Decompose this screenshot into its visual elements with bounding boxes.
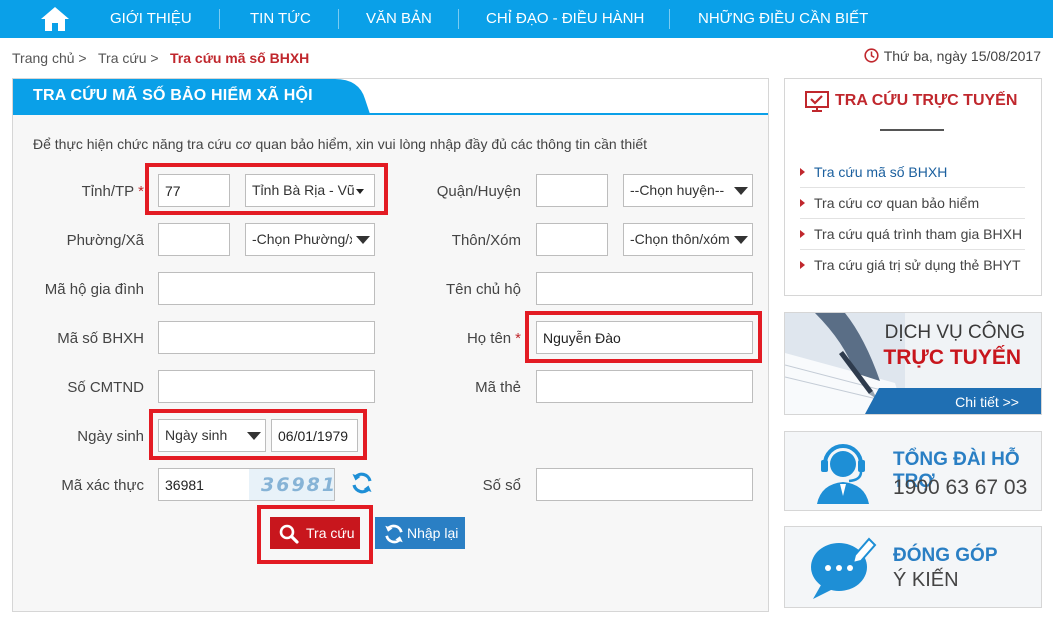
nav-item-about[interactable]: GIỚI THIỆU — [110, 0, 192, 38]
full-name-label: Họ tên * — [466, 330, 521, 347]
nav-separator — [219, 9, 220, 29]
highlight-search-button — [257, 505, 373, 564]
chat-bubble-icon — [811, 537, 877, 599]
captcha-input[interactable] — [158, 468, 250, 501]
hamlet-label: Thôn/Xóm — [451, 232, 521, 249]
household-head-label: Tên chủ hộ — [445, 281, 521, 298]
district-select[interactable]: --Chọn huyện-- — [623, 174, 753, 207]
social-insurance-no-input[interactable] — [158, 321, 375, 354]
sidebar-link-bhyt-card[interactable]: Tra cứu giá trị sử dụng thẻ BHYT — [814, 257, 1021, 273]
sidebar-title: TRA CỨU TRỰC TUYẾN — [835, 92, 1018, 109]
book-no-label: Số sổ — [482, 477, 521, 494]
form-intro: Để thực hiện chức năng tra cứu cơ quan b… — [33, 136, 648, 152]
reset-button[interactable]: Nhập lại — [375, 517, 465, 549]
hamlet-selected: -Chọn thôn/xóm — [630, 231, 730, 247]
birth-label: Ngày sinh — [77, 428, 144, 445]
sidebar-title-rule — [880, 129, 944, 131]
chevron-down-icon — [734, 236, 748, 244]
bullet-icon — [800, 168, 805, 176]
divider — [800, 218, 1025, 219]
card-code-input[interactable] — [536, 370, 753, 403]
nav-separator — [669, 9, 670, 29]
date-text: Thứ ba, ngày 15/08/2017 — [883, 48, 1041, 64]
nav-item-directives[interactable]: CHỈ ĐẠO - ĐIỀU HÀNH — [486, 0, 644, 38]
feedback-banner[interactable]: ĐÓNG GÓP Ý KIẾN — [784, 526, 1042, 608]
bullet-icon — [800, 261, 805, 269]
nav-separator — [338, 9, 339, 29]
sidebar-link-bhxh-code[interactable]: Tra cứu mã số BHXH — [814, 164, 947, 180]
ward-code-input[interactable] — [158, 223, 230, 256]
breadcrumb-home[interactable]: Trang chủ > — [12, 50, 87, 66]
id-card-input[interactable] — [158, 370, 375, 403]
details-link[interactable]: Chi tiết >> — [955, 394, 1019, 410]
current-date: Thứ ba, ngày 15/08/2017 — [864, 48, 1041, 64]
household-head-input[interactable] — [536, 272, 753, 305]
reset-icon — [385, 524, 403, 544]
chevron-down-icon — [734, 187, 748, 195]
online-service-line1: DỊCH VỤ CÔNG — [884, 322, 1025, 343]
ward-label: Phường/Xã — [66, 232, 144, 249]
breadcrumb-lookup[interactable]: Tra cứu > — [98, 50, 159, 66]
ward-select[interactable]: -Chọn Phường/xã — [245, 223, 375, 256]
hamlet-select[interactable]: -Chọn thôn/xóm — [623, 223, 753, 256]
online-lookup-box: TRA CỨU TRỰC TUYẾN Tra cứu mã số BHXH Tr… — [784, 78, 1042, 296]
chevron-down-icon — [356, 236, 370, 244]
form-title: TRA CỨU MÃ SỐ BẢO HIỂM XÃ HỘI — [33, 87, 313, 104]
nav-separator — [458, 9, 459, 29]
breadcrumb-current: Tra cứu mã số BHXH — [170, 50, 310, 66]
clock-icon — [864, 48, 879, 63]
household-code-label: Mã hộ gia đình — [44, 281, 144, 298]
online-service-banner[interactable]: DỊCH VỤ CÔNG TRỰC TUYẾN Chi tiết >> — [784, 312, 1042, 415]
card-code-label: Mã thẻ — [475, 379, 521, 396]
top-nav: GIỚI THIỆU TIN TỨC VĂN BẢN CHỈ ĐẠO - ĐIỀ… — [0, 0, 1053, 38]
district-selected: --Chọn huyện-- — [630, 182, 725, 198]
captcha-label: Mã xác thực — [61, 477, 144, 494]
bullet-icon — [800, 199, 805, 207]
nav-item-documents[interactable]: VĂN BẢN — [366, 0, 432, 38]
reset-button-label: Nhập lại — [407, 525, 459, 541]
highlight-birth — [149, 409, 367, 460]
highlight-province — [145, 163, 388, 215]
panel-header: TRA CỨU MÃ SỐ BẢO HIỂM XÃ HỘI — [13, 79, 768, 115]
hotline-banner[interactable]: TỔNG ĐÀI HỖ TRỢ 1900 63 67 03 — [784, 431, 1042, 511]
nav-item-need-to-know[interactable]: NHỮNG ĐIỀU CẦN BIẾT — [698, 0, 868, 38]
captcha-image-text: 36981 — [261, 474, 335, 496]
hamlet-code-input[interactable] — [536, 223, 608, 256]
divider — [800, 249, 1025, 250]
sidebar-link-participation-history[interactable]: Tra cứu quá trình tham gia BHXH — [814, 226, 1022, 242]
book-no-input[interactable] — [536, 468, 753, 501]
bullet-icon — [800, 230, 805, 238]
province-label: Tỉnh/TP * — [81, 183, 144, 200]
district-label: Quận/Huyện — [436, 183, 521, 200]
id-card-label: Số CMTND — [67, 379, 144, 396]
district-code-input[interactable] — [536, 174, 608, 207]
captcha-image: 36981 — [249, 468, 335, 501]
monitor-check-icon — [805, 91, 829, 112]
refresh-icon[interactable] — [350, 471, 374, 495]
household-code-input[interactable] — [158, 272, 375, 305]
divider — [800, 187, 1025, 188]
home-icon[interactable] — [40, 6, 70, 32]
online-service-line2: TRỰC TUYẾN — [883, 346, 1021, 369]
feedback-line2: Ý KIẾN — [893, 569, 959, 591]
ward-selected: -Chọn Phường/xã — [252, 231, 352, 247]
sidebar-link-insurance-agency[interactable]: Tra cứu cơ quan bảo hiểm — [814, 195, 979, 211]
feedback-line1: ĐÓNG GÓP — [893, 545, 998, 566]
nav-item-news[interactable]: TIN TỨC — [250, 0, 311, 38]
highlight-full-name — [525, 311, 762, 363]
social-insurance-no-label: Mã số BHXH — [57, 330, 144, 347]
headset-agent-icon — [817, 444, 869, 504]
hotline-number: 1900 63 67 03 — [893, 476, 1028, 499]
